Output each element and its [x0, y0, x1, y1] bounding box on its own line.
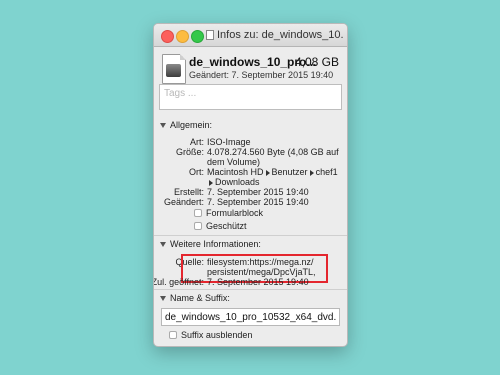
checkbox-formularblock[interactable]: Formularblock	[194, 208, 263, 218]
disclosure-triangle-icon	[160, 122, 166, 128]
row-value: 4.078.274.560 Byte (4,08 GB auf dem Volu…	[207, 147, 339, 167]
divider	[154, 235, 347, 236]
checkbox-label: Formularblock	[206, 208, 264, 218]
row-label: Art:	[189, 137, 204, 147]
disclosure-triangle-icon	[160, 295, 166, 301]
tags-input[interactable]: Tags ...	[159, 84, 342, 110]
section-general-heading: Allgemein:	[170, 120, 213, 130]
window-title: Infos zu: de_windows_10...	[206, 29, 343, 41]
filename-input[interactable]: de_windows_10_pro_10532_x64_dvd.	[161, 308, 340, 326]
checkbox-label: Suffix ausblenden	[181, 330, 253, 340]
disclosure-triangle-icon	[160, 241, 166, 247]
section-name-suffix-toggle[interactable]: Name & Suffix:	[160, 293, 230, 303]
iso-file-icon	[162, 54, 186, 84]
file-modified: Geändert: 7. September 2015 19:40	[189, 70, 334, 80]
row-label: Zul. geöffnet:	[153, 277, 204, 287]
row-value: 7. September 2015 19:40	[207, 277, 309, 287]
row-value: ISO-Image	[207, 137, 251, 147]
title-bar[interactable]: Infos zu: de_windows_10...	[154, 24, 347, 47]
row-label: Erstellt:	[173, 187, 204, 197]
path-arrow-icon	[265, 169, 270, 176]
row-value: 7. September 2015 19:40	[207, 197, 309, 207]
section-general-toggle[interactable]: Allgemein:	[160, 120, 212, 130]
checkbox-box[interactable]	[169, 331, 177, 339]
divider	[154, 289, 347, 290]
window-title-text: Infos zu: de_windows_10...	[217, 29, 343, 41]
file-size: 4,08 GB	[294, 55, 339, 69]
checkbox-hide-suffix[interactable]: Suffix ausblenden	[169, 330, 252, 340]
zoom-button[interactable]	[191, 30, 204, 43]
info-window: Infos zu: de_windows_10... de_windows_10…	[153, 23, 348, 347]
section-more-info-heading: Weitere Informationen:	[170, 239, 261, 249]
row-value: 7. September 2015 19:40	[207, 187, 309, 197]
row-label: Geändert:	[163, 197, 204, 207]
section-more-info-toggle[interactable]: Weitere Informationen:	[160, 239, 261, 249]
path-segment[interactable]: Downloads	[215, 177, 260, 187]
path-segment[interactable]: Benutzer	[272, 167, 308, 177]
checkbox-label: Geschützt	[206, 221, 247, 231]
path-segment[interactable]: chef1	[316, 167, 338, 177]
path-arrow-icon	[209, 179, 213, 186]
path-value: Macintosh HD Benutzer chef1 Downloads	[207, 167, 342, 187]
close-button[interactable]	[161, 30, 174, 43]
row-label: Größe:	[175, 147, 204, 157]
checkbox-box[interactable]	[194, 222, 202, 230]
row-label: Ort:	[189, 167, 204, 177]
path-segment[interactable]: Macintosh HD	[207, 167, 264, 177]
checkbox-box[interactable]	[194, 209, 202, 217]
minimize-button[interactable]	[176, 30, 189, 43]
path-arrow-icon	[309, 169, 314, 176]
checkbox-geschuetzt[interactable]: Geschützt	[194, 221, 247, 231]
section-name-suffix-heading: Name & Suffix:	[170, 293, 230, 303]
document-icon	[206, 30, 214, 40]
